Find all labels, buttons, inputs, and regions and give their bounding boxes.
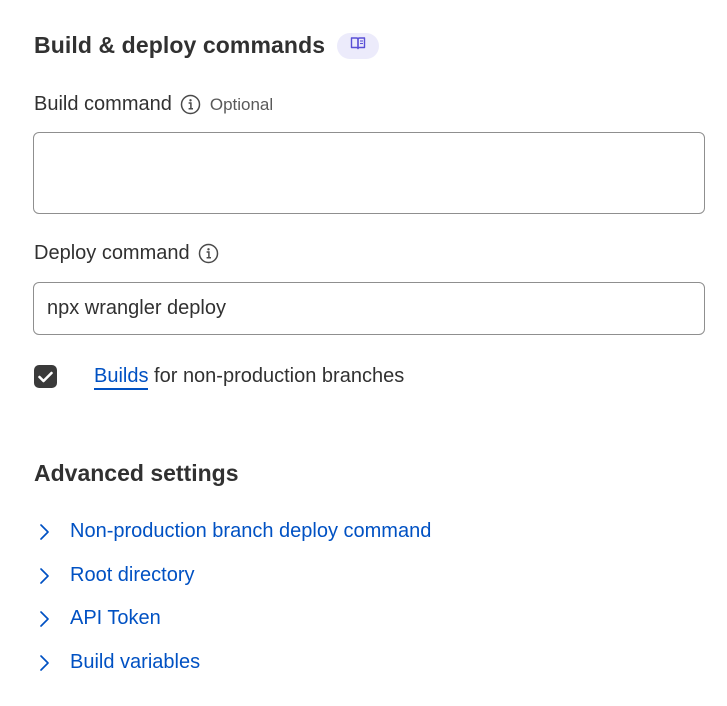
builds-non-production-checkbox[interactable] <box>34 365 57 388</box>
builds-non-production-option: Builds for non-production branches <box>34 365 405 390</box>
builds-docs-link[interactable]: Builds <box>94 365 149 390</box>
optional-hint: Optional <box>209 94 274 114</box>
advanced-settings-title: Advanced settings <box>34 460 239 486</box>
advanced-item-label: API Token <box>70 607 161 629</box>
advanced-item-root-directory[interactable]: Root directory <box>34 564 195 587</box>
docs-link-button[interactable] <box>337 32 380 59</box>
builds-non-production-label: Builds for non-production branches <box>94 365 405 390</box>
advanced-item-build-variables[interactable]: Build variables <box>34 651 200 674</box>
section-title: Build & deploy commands <box>34 32 326 58</box>
info-icon[interactable] <box>180 94 202 116</box>
build-deploy-settings-panel: Build & deploy commands Build command Op… <box>0 0 727 706</box>
chevron-right-icon <box>34 522 54 542</box>
deploy-command-input[interactable] <box>33 282 705 335</box>
chevron-right-icon <box>34 653 54 673</box>
builds-non-production-text: for non-production branches <box>148 365 405 387</box>
advanced-item-api-token[interactable]: API Token <box>34 607 161 630</box>
build-deploy-header: Build & deploy commands <box>34 32 380 59</box>
chevron-right-icon <box>34 609 54 629</box>
advanced-item-label: Build variables <box>70 651 201 673</box>
build-command-label: Build command <box>34 93 172 115</box>
info-icon[interactable] <box>198 243 220 265</box>
chevron-right-icon <box>34 566 54 586</box>
advanced-item-label: Non-production branch deploy command <box>70 520 432 542</box>
checkmark-icon <box>38 371 53 382</box>
build-command-label-row: Build command Optional <box>34 93 273 116</box>
book-open-icon <box>350 36 366 55</box>
deploy-command-label: Deploy command <box>34 242 190 264</box>
advanced-item-non-production-deploy-command[interactable]: Non-production branch deploy command <box>34 520 431 543</box>
build-command-input[interactable] <box>33 132 705 214</box>
deploy-command-label-row: Deploy command <box>34 242 220 265</box>
advanced-item-label: Root directory <box>70 564 195 586</box>
